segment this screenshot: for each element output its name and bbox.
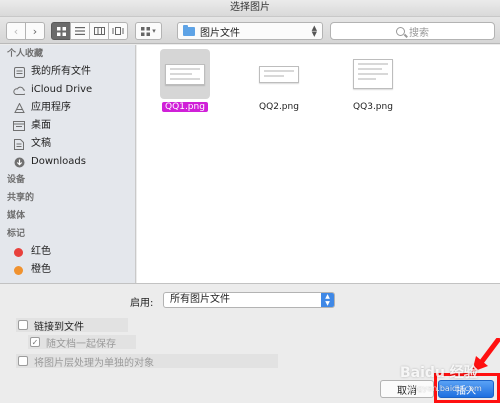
forward-button[interactable]: › — [25, 22, 45, 40]
back-button[interactable]: ‹ — [6, 22, 26, 40]
desktop-icon — [13, 121, 25, 132]
sidebar-item-desktop[interactable]: 桌面 — [0, 117, 135, 135]
cover-flow-icon — [112, 27, 124, 35]
sidebar-item-applications[interactable]: 应用程序 — [0, 99, 135, 117]
select-arrows-icon: ▲ ▼ — [321, 293, 334, 307]
sidebar-item-label: 应用程序 — [31, 102, 71, 113]
sidebar-item-tag-orange[interactable]: 橙色 — [0, 261, 135, 279]
sidebar-item-downloads[interactable]: Downloads — [0, 153, 135, 171]
downloads-icon — [13, 157, 25, 168]
sidebar-item-label: 橙色 — [31, 264, 51, 275]
baidu-watermark-url: jingyan.baidu.com — [408, 384, 482, 393]
folder-icon — [183, 24, 195, 36]
sidebar-header-tags: 标记 — [7, 229, 26, 239]
file-browser: QQ1.png QQ2.png QQ3.png — [137, 45, 500, 283]
file-thumbnail — [254, 49, 304, 99]
single-object-label: 将图片层处理为单独的对象 — [34, 357, 154, 369]
arrange-grid-icon — [141, 26, 151, 36]
list-view-button[interactable] — [70, 22, 90, 40]
search-placeholder: 搜索 — [409, 27, 429, 39]
save-with-document-option: ✓ 随文档一起保存 — [28, 335, 136, 350]
file-item-qq1[interactable]: QQ1.png — [150, 49, 220, 112]
sidebar-header-media: 媒体 — [7, 211, 26, 221]
documents-icon — [13, 138, 25, 150]
title-bar: 选择图片 — [0, 0, 500, 17]
chevron-right-icon: › — [32, 24, 38, 38]
link-to-file-option[interactable]: 链接到文件 — [16, 318, 128, 333]
cloud-icon — [13, 85, 25, 96]
grid-icon — [56, 26, 66, 36]
file-thumbnail — [348, 49, 398, 99]
sidebar-header-favorites: 个人收藏 — [7, 49, 44, 59]
file-name: QQ3.png — [353, 102, 393, 112]
sidebar-item-label: 文稿 — [31, 138, 51, 149]
red-tag-dot-icon — [14, 247, 23, 257]
location-label: 图片文件 — [200, 27, 240, 39]
link-to-file-checkbox[interactable] — [18, 320, 28, 330]
arrange-button[interactable]: ▾ — [135, 22, 162, 40]
file-type-select[interactable]: 所有图片文件 ▲ ▼ — [163, 292, 335, 308]
image-thumbnail-icon — [165, 63, 205, 85]
sidebar-item-tag-red[interactable]: 红色 — [0, 243, 135, 261]
sidebar-header-shared: 共享的 — [7, 193, 35, 203]
file-thumbnail-selected — [160, 49, 210, 99]
all-files-icon — [13, 66, 25, 78]
sidebar-item-documents[interactable]: 文稿 — [0, 135, 135, 153]
sidebar-item-label: 桌面 — [31, 120, 51, 131]
chevron-left-icon: ‹ — [13, 24, 19, 38]
file-picker-window: 选择图片 ‹ › ▾ 图片文件 ▲ ▼ 搜索 个人收藏 我的所有文件 iClou… — [0, 0, 500, 403]
save-with-document-checkbox: ✓ — [30, 337, 40, 347]
image-thumbnail-icon — [353, 59, 393, 89]
sidebar-item-icloud-drive[interactable]: iCloud Drive — [0, 81, 135, 99]
sidebar-header-devices: 设备 — [7, 175, 26, 185]
sidebar-item-label: iCloud Drive — [31, 84, 93, 95]
single-object-option: 将图片层处理为单独的对象 — [16, 354, 278, 369]
search-icon — [396, 26, 405, 36]
chevron-down-icon: ▾ — [152, 27, 156, 35]
file-name: QQ2.png — [259, 102, 299, 112]
icon-view-button[interactable] — [51, 22, 71, 40]
file-item-qq2[interactable]: QQ2.png — [244, 49, 314, 112]
search-field[interactable]: 搜索 — [330, 22, 495, 40]
location-popup[interactable]: 图片文件 ▲ ▼ — [177, 22, 323, 40]
orange-tag-dot-icon — [14, 265, 23, 275]
columns-icon — [93, 27, 105, 35]
sidebar-item-label: 红色 — [31, 246, 51, 257]
sidebar-item-all-files[interactable]: 我的所有文件 — [0, 63, 135, 81]
baidu-watermark: Baidu 经验 — [400, 365, 478, 381]
up-down-arrows-icon: ▲ ▼ — [311, 24, 317, 38]
column-view-button[interactable] — [89, 22, 109, 40]
save-with-document-label: 随文档一起保存 — [46, 338, 116, 350]
enable-label: 启用: — [130, 298, 154, 309]
sidebar-item-label: 我的所有文件 — [31, 66, 91, 77]
file-name: QQ1.png — [162, 102, 208, 112]
sidebar: 个人收藏 我的所有文件 iCloud Drive 应用程序 桌面 文稿 Down… — [0, 45, 136, 283]
applications-icon — [13, 102, 25, 114]
single-object-checkbox — [18, 356, 28, 366]
link-to-file-label: 链接到文件 — [34, 321, 84, 333]
file-type-value: 所有图片文件 — [170, 294, 230, 305]
cover-flow-button[interactable] — [108, 22, 128, 40]
list-icon — [75, 27, 85, 35]
file-item-qq3[interactable]: QQ3.png — [338, 49, 408, 112]
toolbar: ‹ › ▾ 图片文件 ▲ ▼ 搜索 — [0, 17, 500, 44]
window-title: 选择图片 — [230, 2, 270, 13]
sidebar-item-label: Downloads — [31, 156, 86, 167]
image-thumbnail-icon — [259, 65, 299, 83]
